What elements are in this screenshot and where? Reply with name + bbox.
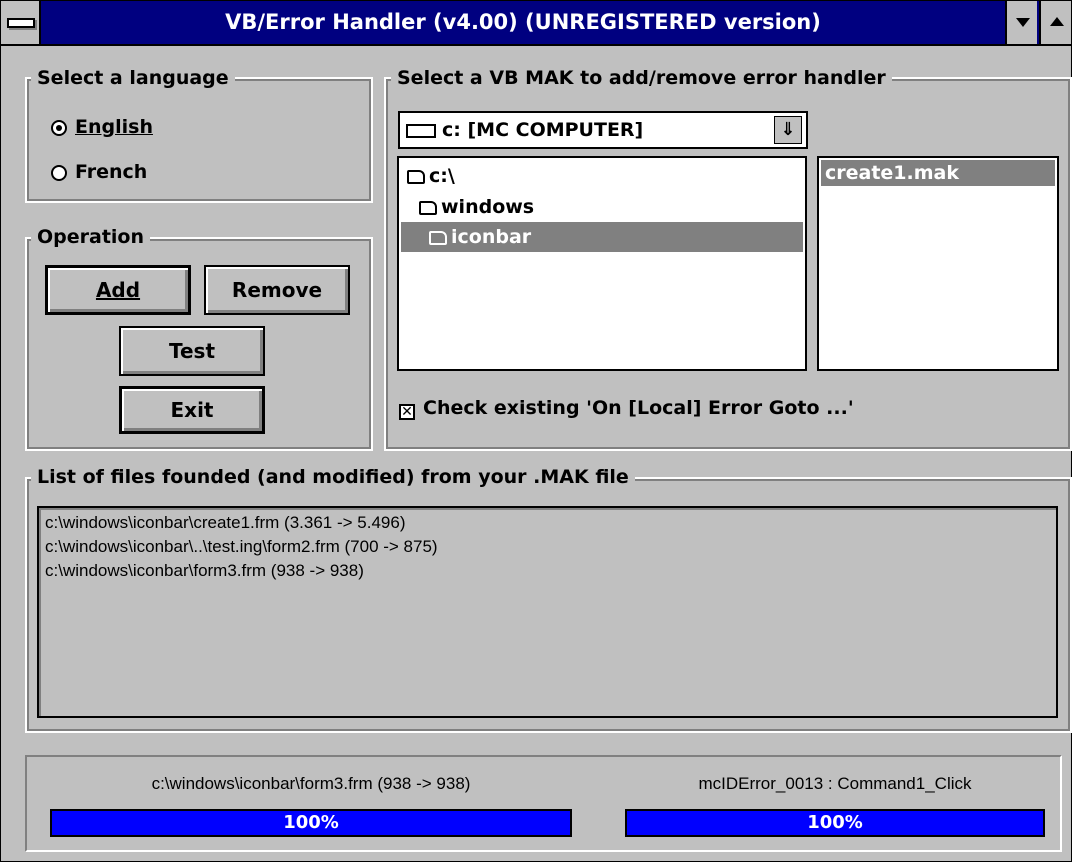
folder-open-icon (407, 170, 425, 184)
progress-label-left: 100% (283, 812, 339, 833)
dir-item-root[interactable]: c:\ (407, 161, 455, 191)
status-area (25, 755, 1062, 852)
list-item: c:\windows\iconbar\create1.frm (3.361 ->… (45, 513, 406, 532)
radio-french[interactable]: French (51, 161, 147, 183)
maximize-icon (1050, 17, 1064, 26)
folder-open-icon (419, 201, 437, 215)
radio-dot (51, 165, 67, 181)
language-frame (25, 77, 373, 203)
file-list[interactable]: create1.mak (817, 156, 1059, 371)
list-item: c:\windows\iconbar\form3.frm (938 -> 938… (45, 561, 364, 580)
exit-button[interactable]: Exit (119, 386, 265, 434)
drive-icon (406, 124, 436, 138)
progress-label-right: 100% (807, 812, 863, 833)
mak-legend: Select a VB MAK to add/remove error hand… (391, 67, 892, 89)
dir-item-iconbar[interactable]: iconbar (401, 222, 803, 252)
minimize-button[interactable] (1005, 1, 1037, 44)
system-menu-button[interactable] (1, 1, 41, 44)
folder-open-icon (429, 231, 447, 245)
drive-select[interactable]: c: [MC COMPUTER] ⇓ (398, 111, 808, 149)
files-found-legend: List of files founded (and modified) fro… (31, 466, 635, 488)
remove-button[interactable]: Remove (204, 265, 350, 315)
main-window: VB/Error Handler (v4.00) (UNREGISTERED v… (0, 0, 1072, 862)
file-item-create1[interactable]: create1.mak (821, 160, 1055, 186)
radio-dot-checked (51, 120, 67, 136)
drive-select-value: c: [MC COMPUTER] (442, 119, 644, 141)
operation-legend: Operation (31, 226, 151, 248)
test-button[interactable]: Test (119, 326, 265, 376)
progress-bar-left: 100% (50, 809, 572, 837)
add-button[interactable]: Add (45, 265, 191, 315)
files-found-list[interactable]: c:\windows\iconbar\create1.frm (3.361 ->… (37, 506, 1058, 718)
status-left-text: c:\windows\iconbar\form3.frm (938 -> 938… (151, 774, 471, 793)
status-right-text: mcIDError_0013 : Command1_Click (698, 774, 972, 793)
directory-list[interactable]: c:\ windows iconbar (397, 156, 807, 371)
minimize-icon (1016, 18, 1030, 27)
checkbox-checked-icon: ✕ (399, 404, 415, 420)
language-legend: Select a language (31, 67, 235, 89)
system-menu-icon (7, 18, 35, 28)
title-bar[interactable]: VB/Error Handler (v4.00) (UNREGISTERED v… (1, 1, 1071, 46)
check-existing-checkbox[interactable]: ✕ Check existing 'On [Local] Error Goto .… (399, 397, 854, 420)
dir-item-windows[interactable]: windows (419, 192, 534, 222)
window-title: VB/Error Handler (v4.00) (UNREGISTERED v… (225, 10, 821, 34)
progress-bar-right: 100% (625, 809, 1045, 837)
dropdown-arrow-icon[interactable]: ⇓ (774, 116, 802, 144)
maximize-button[interactable] (1039, 1, 1071, 44)
radio-english[interactable]: English (51, 116, 153, 138)
list-item: c:\windows\iconbar\..\test.ing\form2.frm… (45, 537, 438, 556)
